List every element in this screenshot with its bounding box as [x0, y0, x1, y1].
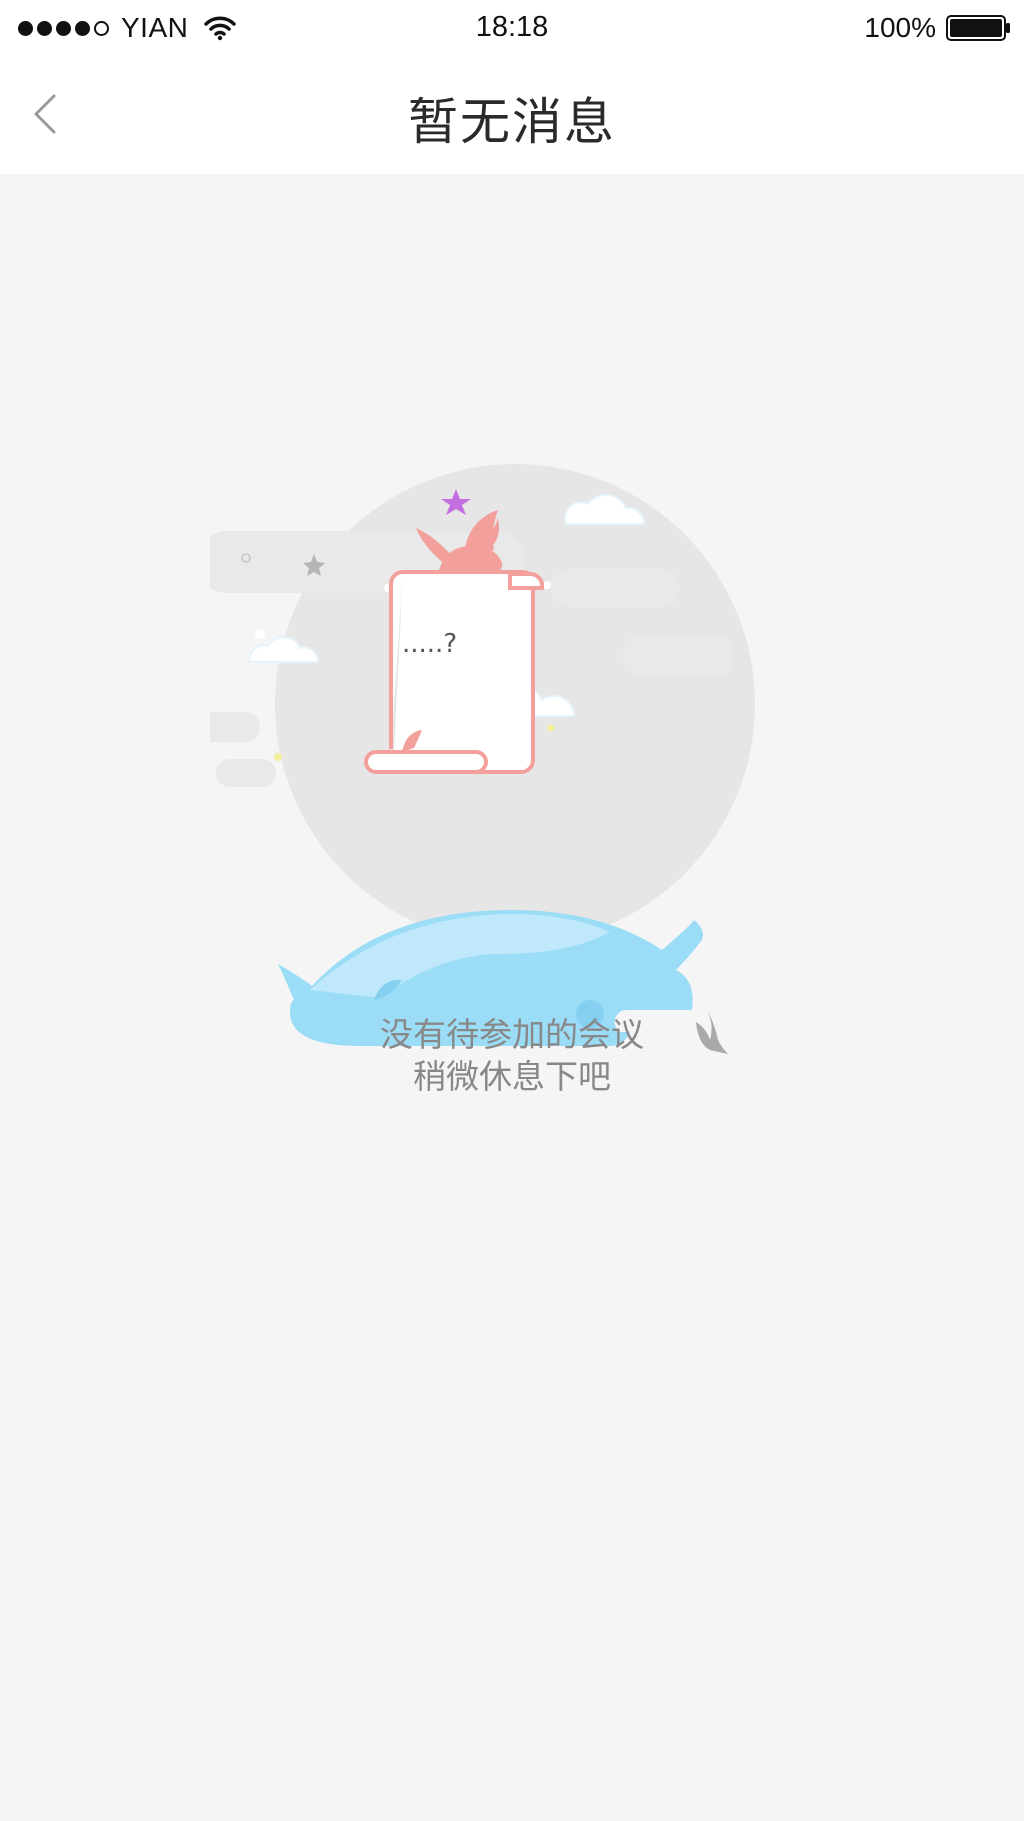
status-right: 100% [864, 11, 1012, 45]
navigation-bar: 暂无消息 [0, 56, 1024, 174]
grey-bird-icon [696, 1012, 728, 1054]
battery-percentage: 100% [864, 12, 936, 43]
scroll-text: .....? [402, 629, 457, 659]
content-area: .....? 没有待参加的会议 稍微休息下吧 [0, 174, 1024, 1821]
page-title: 暂无消息 [408, 93, 616, 151]
battery-icon [946, 15, 1010, 41]
empty-message-line2: 稍微休息下吧 [413, 1057, 611, 1096]
empty-message: 没有待参加的会议 稍微休息下吧 [0, 1014, 1024, 1098]
empty-message-line1: 没有待参加的会议 [380, 1015, 644, 1054]
status-bar: YIAN 18:18 100% [0, 0, 1024, 56]
